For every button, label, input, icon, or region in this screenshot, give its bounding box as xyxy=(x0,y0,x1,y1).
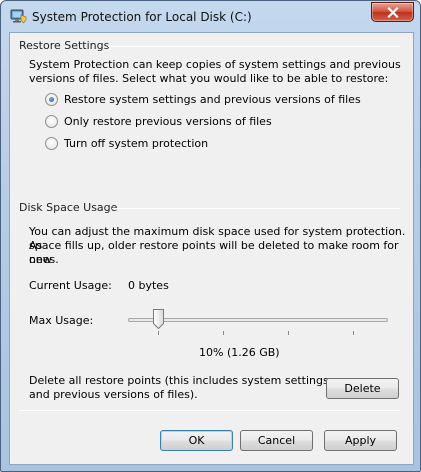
restore-settings-divider xyxy=(108,46,400,47)
slider-tick xyxy=(158,331,159,335)
slider-track[interactable] xyxy=(128,318,388,322)
delete-button[interactable]: Delete xyxy=(326,378,399,399)
radio-indicator-checked[interactable] xyxy=(45,92,58,106)
slider-thumb[interactable] xyxy=(153,309,164,330)
apply-button[interactable]: Apply xyxy=(324,430,397,451)
restore-settings-description-line2: versions of files. Select what you would… xyxy=(29,72,389,85)
close-icon xyxy=(387,7,399,18)
max-usage-label: Max Usage: xyxy=(29,314,94,327)
slider-tick xyxy=(353,331,354,335)
disk-space-description-line3: ones. xyxy=(29,253,59,266)
radio-restore-files-only[interactable]: Only restore previous versions of files xyxy=(45,113,272,129)
dialog-window: System Protection for Local Disk (C:) Re… xyxy=(0,0,421,472)
ok-button[interactable]: OK xyxy=(160,430,233,451)
slider-tick xyxy=(223,331,224,335)
current-usage-label: Current Usage: xyxy=(29,279,112,292)
restore-settings-heading: Restore Settings xyxy=(19,39,110,52)
max-usage-value: 10% (1.26 GB) xyxy=(199,346,280,359)
delete-description-line2: and previous versions of files). xyxy=(29,388,198,401)
title-bar[interactable]: System Protection for Local Disk (C:) xyxy=(1,1,420,32)
restore-settings-description-line1: System Protection can keep copies of sys… xyxy=(29,58,401,71)
disk-space-description-line2: space fills up, older restore points wil… xyxy=(29,239,399,266)
radio-indicator[interactable] xyxy=(45,136,58,150)
slider-tick xyxy=(288,331,289,335)
radio-indicator[interactable] xyxy=(45,114,58,128)
radio-label: Turn off system protection xyxy=(64,136,209,150)
delete-description-line1: Delete all restore points (this includes… xyxy=(29,374,329,387)
cancel-button[interactable]: Cancel xyxy=(240,430,313,451)
radio-turn-off-protection[interactable]: Turn off system protection xyxy=(45,135,208,151)
dialog-content: Restore Settings System Protection can k… xyxy=(9,32,414,465)
max-usage-slider[interactable] xyxy=(128,306,388,336)
radio-label: Restore system settings and previous ver… xyxy=(64,92,361,106)
radio-label: Only restore previous versions of files xyxy=(64,114,272,128)
disk-space-heading: Disk Space Usage xyxy=(19,201,118,214)
radio-restore-system-and-files[interactable]: Restore system settings and previous ver… xyxy=(45,91,361,107)
disk-space-divider xyxy=(112,208,400,209)
button-area-divider xyxy=(19,410,400,411)
current-usage-value: 0 bytes xyxy=(128,279,169,292)
window-title: System Protection for Local Disk (C:) xyxy=(32,10,252,24)
system-protection-icon xyxy=(10,9,27,24)
close-button[interactable] xyxy=(371,2,414,22)
